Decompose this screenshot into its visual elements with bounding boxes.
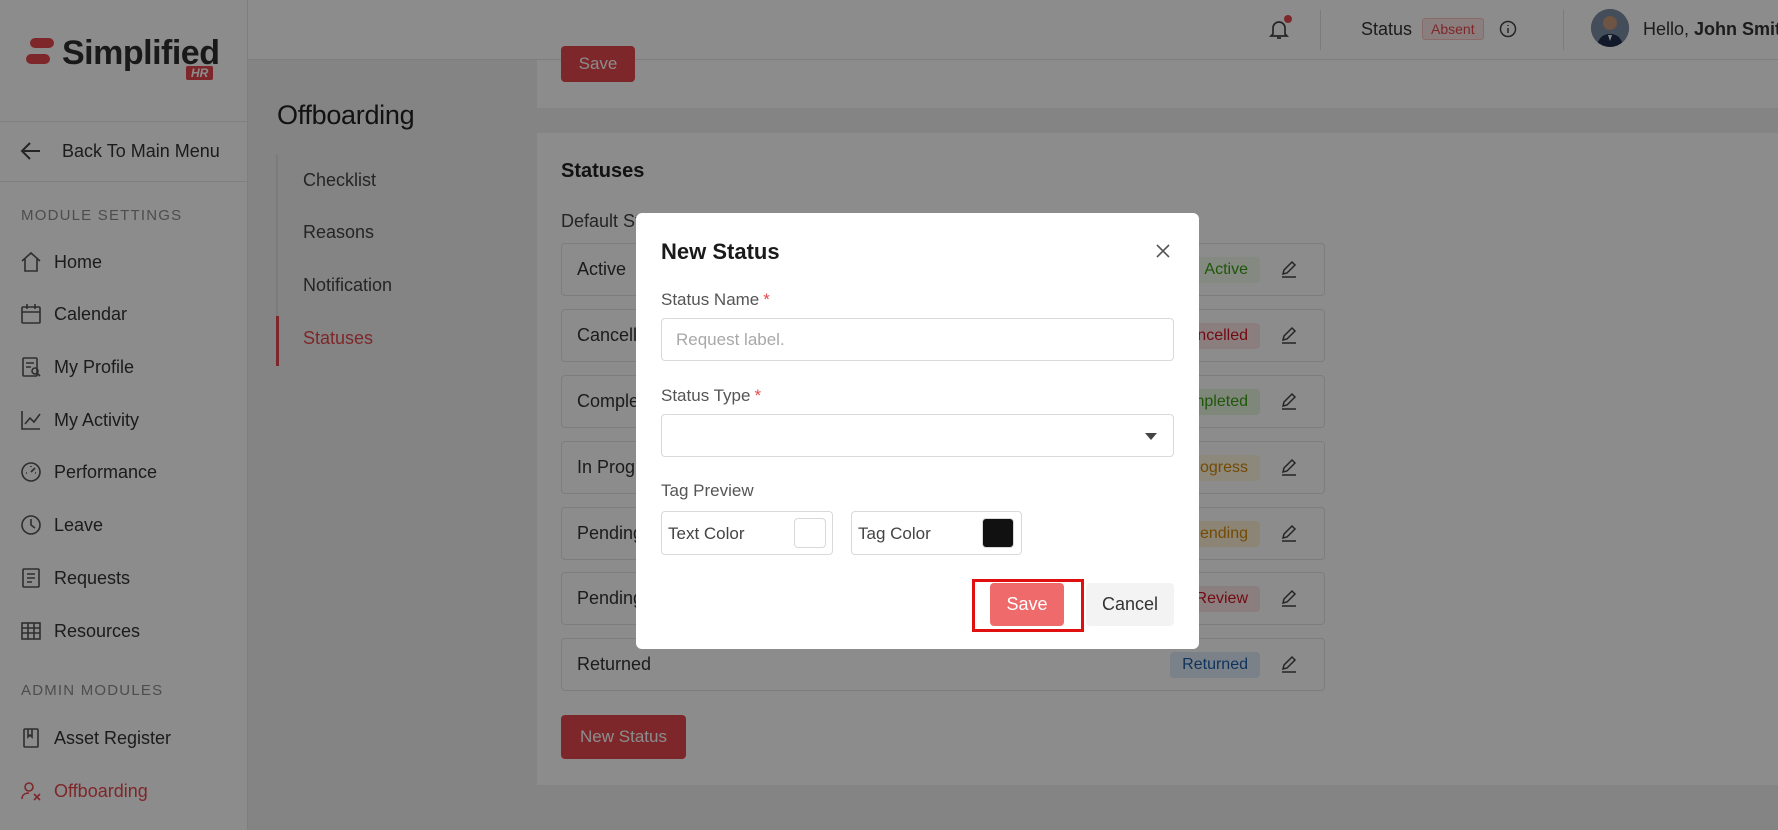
tag-color-label: Tag Color [858, 524, 931, 543]
status-name-label: Status Name * [661, 290, 770, 310]
caret-down-icon[interactable] [1144, 431, 1158, 441]
modal-title: New Status [661, 239, 780, 264]
save-button[interactable]: Save [990, 583, 1064, 626]
required-marker: * [763, 290, 770, 309]
required-marker: * [754, 386, 762, 405]
status-name-input[interactable] [661, 318, 1174, 361]
text-color-swatch[interactable] [794, 518, 826, 548]
status-name-label-text: Status Name [661, 290, 760, 309]
text-color-label: Text Color [668, 524, 745, 543]
text-color-picker[interactable]: Text Color [661, 511, 833, 555]
status-type-label-text: Status Type [661, 386, 751, 405]
tag-color-picker[interactable]: Tag Color [851, 511, 1022, 555]
close-icon[interactable] [1153, 241, 1173, 261]
status-type-select[interactable] [661, 414, 1174, 457]
cancel-button[interactable]: Cancel [1086, 583, 1174, 626]
status-type-label: Status Type * [661, 386, 761, 406]
tag-color-swatch[interactable] [982, 518, 1014, 548]
new-status-modal: New Status Status Name* Status Type* Tag… [636, 213, 1199, 649]
tag-preview-label: Tag Preview [661, 481, 754, 500]
